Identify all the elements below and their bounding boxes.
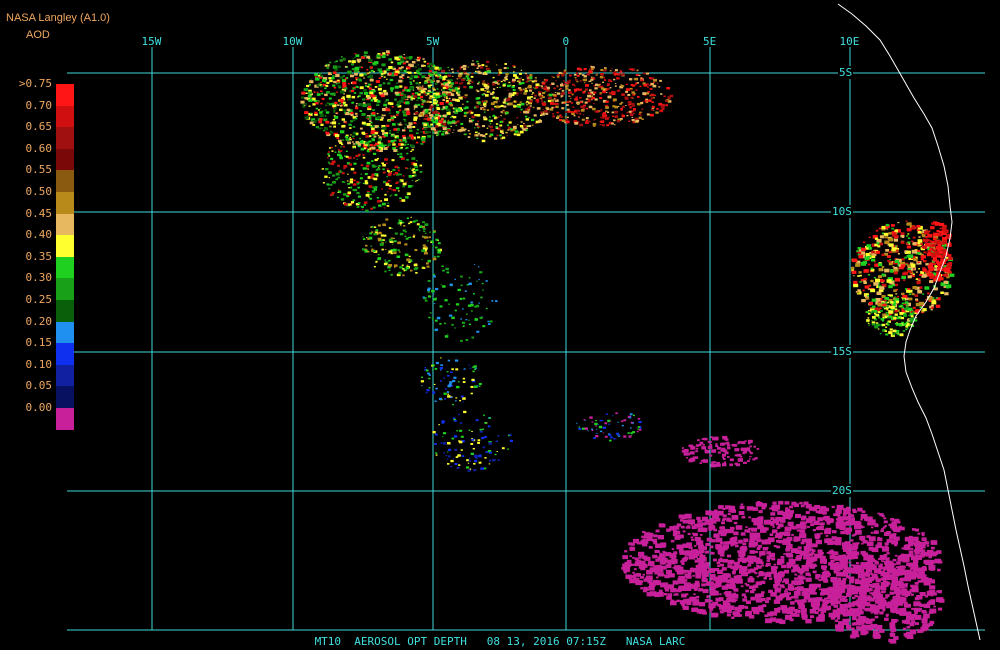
source-label: NASA Langley (A1.0) bbox=[6, 12, 110, 24]
legend-swatch bbox=[56, 105, 74, 128]
longitude-label: 5E bbox=[703, 35, 717, 48]
legend-swatch bbox=[56, 321, 74, 344]
legend-value-label: 0.10 bbox=[25, 357, 53, 371]
legend-swatch bbox=[56, 170, 74, 192]
legend-swatch bbox=[56, 191, 74, 214]
legend-value-label: 0.55 bbox=[25, 163, 53, 177]
legend-value-label: 0.20 bbox=[25, 314, 53, 328]
satellite-map-view: NASA Langley (A1.0) AOD >0.75 0.70 0.65 0.6… bbox=[0, 0, 1000, 650]
aod-map-canvas bbox=[67, 3, 985, 644]
longitude-label: 15W bbox=[141, 35, 162, 48]
color-legend bbox=[56, 84, 74, 430]
legend-value-label: 0.05 bbox=[25, 379, 53, 393]
latitude-label: 20S bbox=[831, 484, 853, 497]
legend-swatch bbox=[56, 299, 74, 322]
legend-value-label: 0.45 bbox=[25, 206, 53, 220]
legend-swatch bbox=[56, 148, 74, 171]
legend-swatch bbox=[56, 127, 74, 149]
latitude-label: 10S bbox=[831, 205, 853, 218]
legend-value-label: 0.25 bbox=[25, 293, 53, 306]
legend-swatch bbox=[56, 407, 74, 430]
legend-swatch bbox=[56, 278, 74, 300]
legend-swatch bbox=[56, 386, 74, 408]
legend-swatch bbox=[56, 364, 74, 387]
legend-value-label: 0.60 bbox=[25, 141, 53, 155]
legend-value-label: >0.75 bbox=[18, 77, 52, 90]
legend-value-label: 0.00 bbox=[25, 401, 53, 414]
legend-value-label: 0.30 bbox=[25, 271, 53, 285]
footer-caption: MT10 AEROSOL OPT DEPTH 08 13, 2016 07:15… bbox=[314, 635, 686, 648]
legend-swatch bbox=[56, 235, 74, 257]
longitude-label: 10W bbox=[282, 35, 303, 48]
legend-value-label: 0.15 bbox=[25, 336, 53, 350]
longitude-label: 10E bbox=[839, 35, 860, 48]
longitude-label: 0 bbox=[562, 35, 570, 48]
legend-swatch bbox=[56, 84, 74, 106]
legend-swatch bbox=[56, 213, 74, 236]
legend-value-label: 0.50 bbox=[25, 185, 53, 198]
latitude-label: 5S bbox=[838, 66, 854, 79]
legend-value-label: 0.35 bbox=[25, 249, 53, 263]
latitude-label: 15S bbox=[831, 345, 853, 358]
legend-value-label: 0.40 bbox=[25, 228, 53, 242]
units-label: AOD bbox=[26, 29, 50, 41]
legend-value-label: 0.65 bbox=[25, 120, 53, 134]
legend-swatch bbox=[56, 343, 74, 365]
aerosol-optical-depth-field bbox=[300, 50, 955, 644]
legend-swatch bbox=[56, 256, 74, 279]
legend-value-label: 0.70 bbox=[25, 98, 53, 112]
longitude-label: 5W bbox=[426, 35, 440, 48]
